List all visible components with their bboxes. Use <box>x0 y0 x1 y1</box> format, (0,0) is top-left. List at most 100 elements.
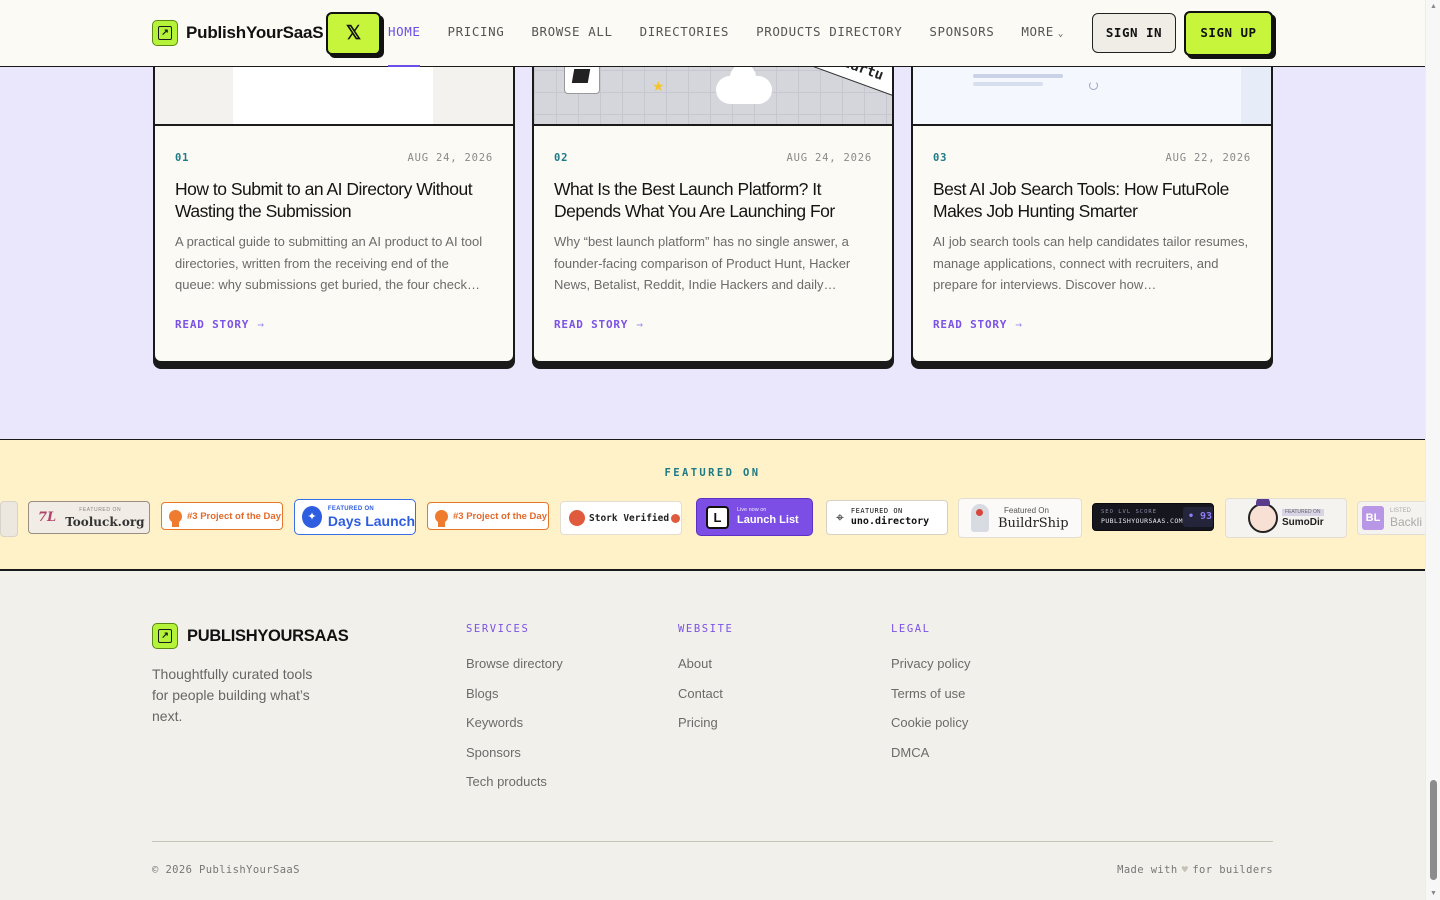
nav-more-label: MORE <box>1021 24 1054 39</box>
footer-link-tech-products[interactable]: Tech products <box>466 774 563 804</box>
card-number: 03 <box>933 152 948 164</box>
footer-link-cookie-policy[interactable]: Cookie policy <box>891 715 970 745</box>
footer-column-legal: LEGAL Privacy policy Terms of use Cookie… <box>891 623 970 774</box>
launch-list-logo-icon: L <box>706 505 729 529</box>
footer-column-title: SERVICES <box>466 623 530 635</box>
nav-products-directory[interactable]: PRODUCTS DIRECTORY <box>756 0 902 66</box>
badge-seo-score[interactable]: SEO LVL SCORE PUBLISHYOURSAAS.COM • 93 <box>1092 503 1214 531</box>
loading-spinner-icon <box>1089 81 1098 90</box>
nav-directories[interactable]: DIRECTORIES <box>640 0 729 66</box>
nav-sponsors[interactable]: SPONSORS <box>929 0 994 66</box>
badge-sumodir[interactable]: FEATURED ON SumoDir <box>1225 498 1347 538</box>
badge-backlinks[interactable]: BL LISTED Backli <box>1357 501 1425 535</box>
badge-days-launch[interactable]: ✦ FEATURED ON Days Launch <box>294 499 416 535</box>
badge-launch-list[interactable]: L Live now on Launch List <box>696 498 813 536</box>
sign-in-button[interactable]: SIGN IN <box>1092 13 1176 53</box>
page-scrollbar[interactable]: ▲ ▼ <box>1425 0 1440 900</box>
site-logo[interactable]: ↗ PublishYourSaaS <box>152 20 324 46</box>
featured-on-strip: FEATURED ON 7L FEATURED ON Tooluck.org #… <box>0 439 1425 571</box>
badge-name: SumoDir <box>1282 516 1324 528</box>
star-icon: ★ <box>652 78 665 94</box>
seo-score-value: • 93 <box>1182 507 1213 527</box>
footer-column-title: LEGAL <box>891 623 931 635</box>
card-title[interactable]: How to Submit to an AI Directory Without… <box>175 178 493 222</box>
nav-browse-all[interactable]: BROWSE ALL <box>531 0 612 66</box>
site-header: ↗ PublishYourSaaS 𝕏 HOME PRICING BROWSE … <box>0 0 1425 67</box>
footer-link-pricing[interactable]: Pricing <box>678 715 733 745</box>
badge-project-of-day[interactable]: #3 Project of the Day <box>427 502 549 530</box>
heart-icon: ♥ <box>1181 864 1189 876</box>
badge-small-text: SEO LVL SCORE <box>1101 508 1158 515</box>
badge-name: Tooluck.org <box>65 514 145 529</box>
medal-icon <box>169 509 182 527</box>
nav-more[interactable]: MORE ⌄ <box>1021 0 1064 66</box>
footer-link-keywords[interactable]: Keywords <box>466 715 563 745</box>
rocket-icon: ✦ <box>302 506 322 528</box>
site-footer: ↗ PUBLISHYOURSAAS Thoughtfully curated t… <box>0 571 1425 900</box>
x-social-button[interactable]: 𝕏 <box>326 12 381 55</box>
badge-project-of-day[interactable]: #3 Project of the Day <box>161 502 283 530</box>
footer-link-about[interactable]: About <box>678 656 733 686</box>
telescope-icon: ⌖ <box>836 509 844 525</box>
badge-tooluck[interactable]: 7L FEATURED ON Tooluck.org <box>28 501 150 534</box>
read-story-link[interactable]: READ STORY → <box>933 318 1023 331</box>
footer-link-terms-of-use[interactable]: Terms of use <box>891 686 970 716</box>
logo-arrow-icon: ↗ <box>152 623 178 649</box>
badge-name: Launch List <box>737 514 799 527</box>
badge-stork-verified[interactable]: Stork Verified <box>560 501 682 535</box>
laptop-illustration <box>564 64 600 94</box>
medal-icon <box>435 509 448 527</box>
card-title[interactable]: Best AI Job Search Tools: How FutuRole M… <box>933 178 1251 222</box>
footer-link-sponsors[interactable]: Sponsors <box>466 745 563 775</box>
made-suffix: for builders <box>1192 864 1273 876</box>
footer-link-browse-directory[interactable]: Browse directory <box>466 656 563 686</box>
nav-home[interactable]: HOME <box>388 0 421 67</box>
arrow-right-icon: → <box>257 318 265 331</box>
badge-small-text: Live now on <box>737 506 767 513</box>
footer-logo[interactable]: ↗ PUBLISHYOURSAAS <box>152 623 349 649</box>
logo-text: PublishYourSaaS <box>186 23 324 42</box>
footer-link-blogs[interactable]: Blogs <box>466 686 563 716</box>
stork-icon <box>569 510 585 526</box>
arrow-right-icon: → <box>636 318 644 331</box>
read-story-label: READ STORY <box>933 318 1008 331</box>
scroll-down-arrow-icon[interactable]: ▼ <box>1430 890 1437 897</box>
badge-name: Stork Verified <box>589 512 670 524</box>
chevron-down-icon: ⌄ <box>1057 29 1064 39</box>
read-story-label: READ STORY <box>554 318 629 331</box>
footer-column-website: WEBSITE About Contact Pricing <box>678 623 733 745</box>
badge-small-text: FEATURED ON <box>79 506 122 513</box>
footer-link-privacy-policy[interactable]: Privacy policy <box>891 656 970 686</box>
card-date: AUG 22, 2026 <box>1165 152 1251 164</box>
card-excerpt: A practical guide to submitting an AI pr… <box>175 234 483 292</box>
featured-title: FEATURED ON <box>664 467 761 479</box>
badge-name: #3 Project of the Day <box>453 510 547 522</box>
rocket-icon <box>971 504 989 532</box>
badge-uno-directory[interactable]: ⌖ FEATURED ON uno.directory <box>826 500 948 535</box>
footer-link-contact[interactable]: Contact <box>678 686 733 716</box>
scrollbar-thumb[interactable] <box>1430 780 1437 880</box>
sumo-mascot-icon <box>1248 499 1278 533</box>
arrow-right-icon: → <box>1015 318 1023 331</box>
verified-check-icon <box>671 513 681 523</box>
tooluck-logo-icon: 7L <box>38 510 57 525</box>
nav-pricing[interactable]: PRICING <box>448 0 505 66</box>
badge-partial[interactable] <box>0 501 18 537</box>
badge-name: BuildrShip <box>998 515 1069 531</box>
card-title[interactable]: What Is the Best Launch Platform? It Dep… <box>554 178 872 222</box>
bl-logo-icon: BL <box>1362 506 1384 530</box>
footer-divider <box>152 841 1273 842</box>
read-story-link[interactable]: READ STORY → <box>554 318 644 331</box>
sign-up-button[interactable]: SIGN UP <box>1184 11 1273 56</box>
badge-small-text: FEATURED ON <box>327 506 375 512</box>
card-excerpt: Why “best launch platform” has no single… <box>554 234 851 292</box>
copyright-text: © 2026 PublishYourSaaS <box>152 864 300 876</box>
footer-column-services: SERVICES Browse directory Blogs Keywords… <box>466 623 563 804</box>
made-with-text: Made with ♥ for builders <box>1117 864 1273 876</box>
scroll-up-arrow-icon[interactable]: ▲ <box>1430 3 1437 10</box>
badge-small-text: FEATURED ON <box>1282 508 1324 516</box>
footer-link-dmca[interactable]: DMCA <box>891 745 970 775</box>
read-story-link[interactable]: READ STORY → <box>175 318 265 331</box>
badge-name: PUBLISHYOURSAAS.COM <box>1101 517 1183 525</box>
badge-buildrship[interactable]: Featured On BuildrShip <box>958 498 1082 538</box>
